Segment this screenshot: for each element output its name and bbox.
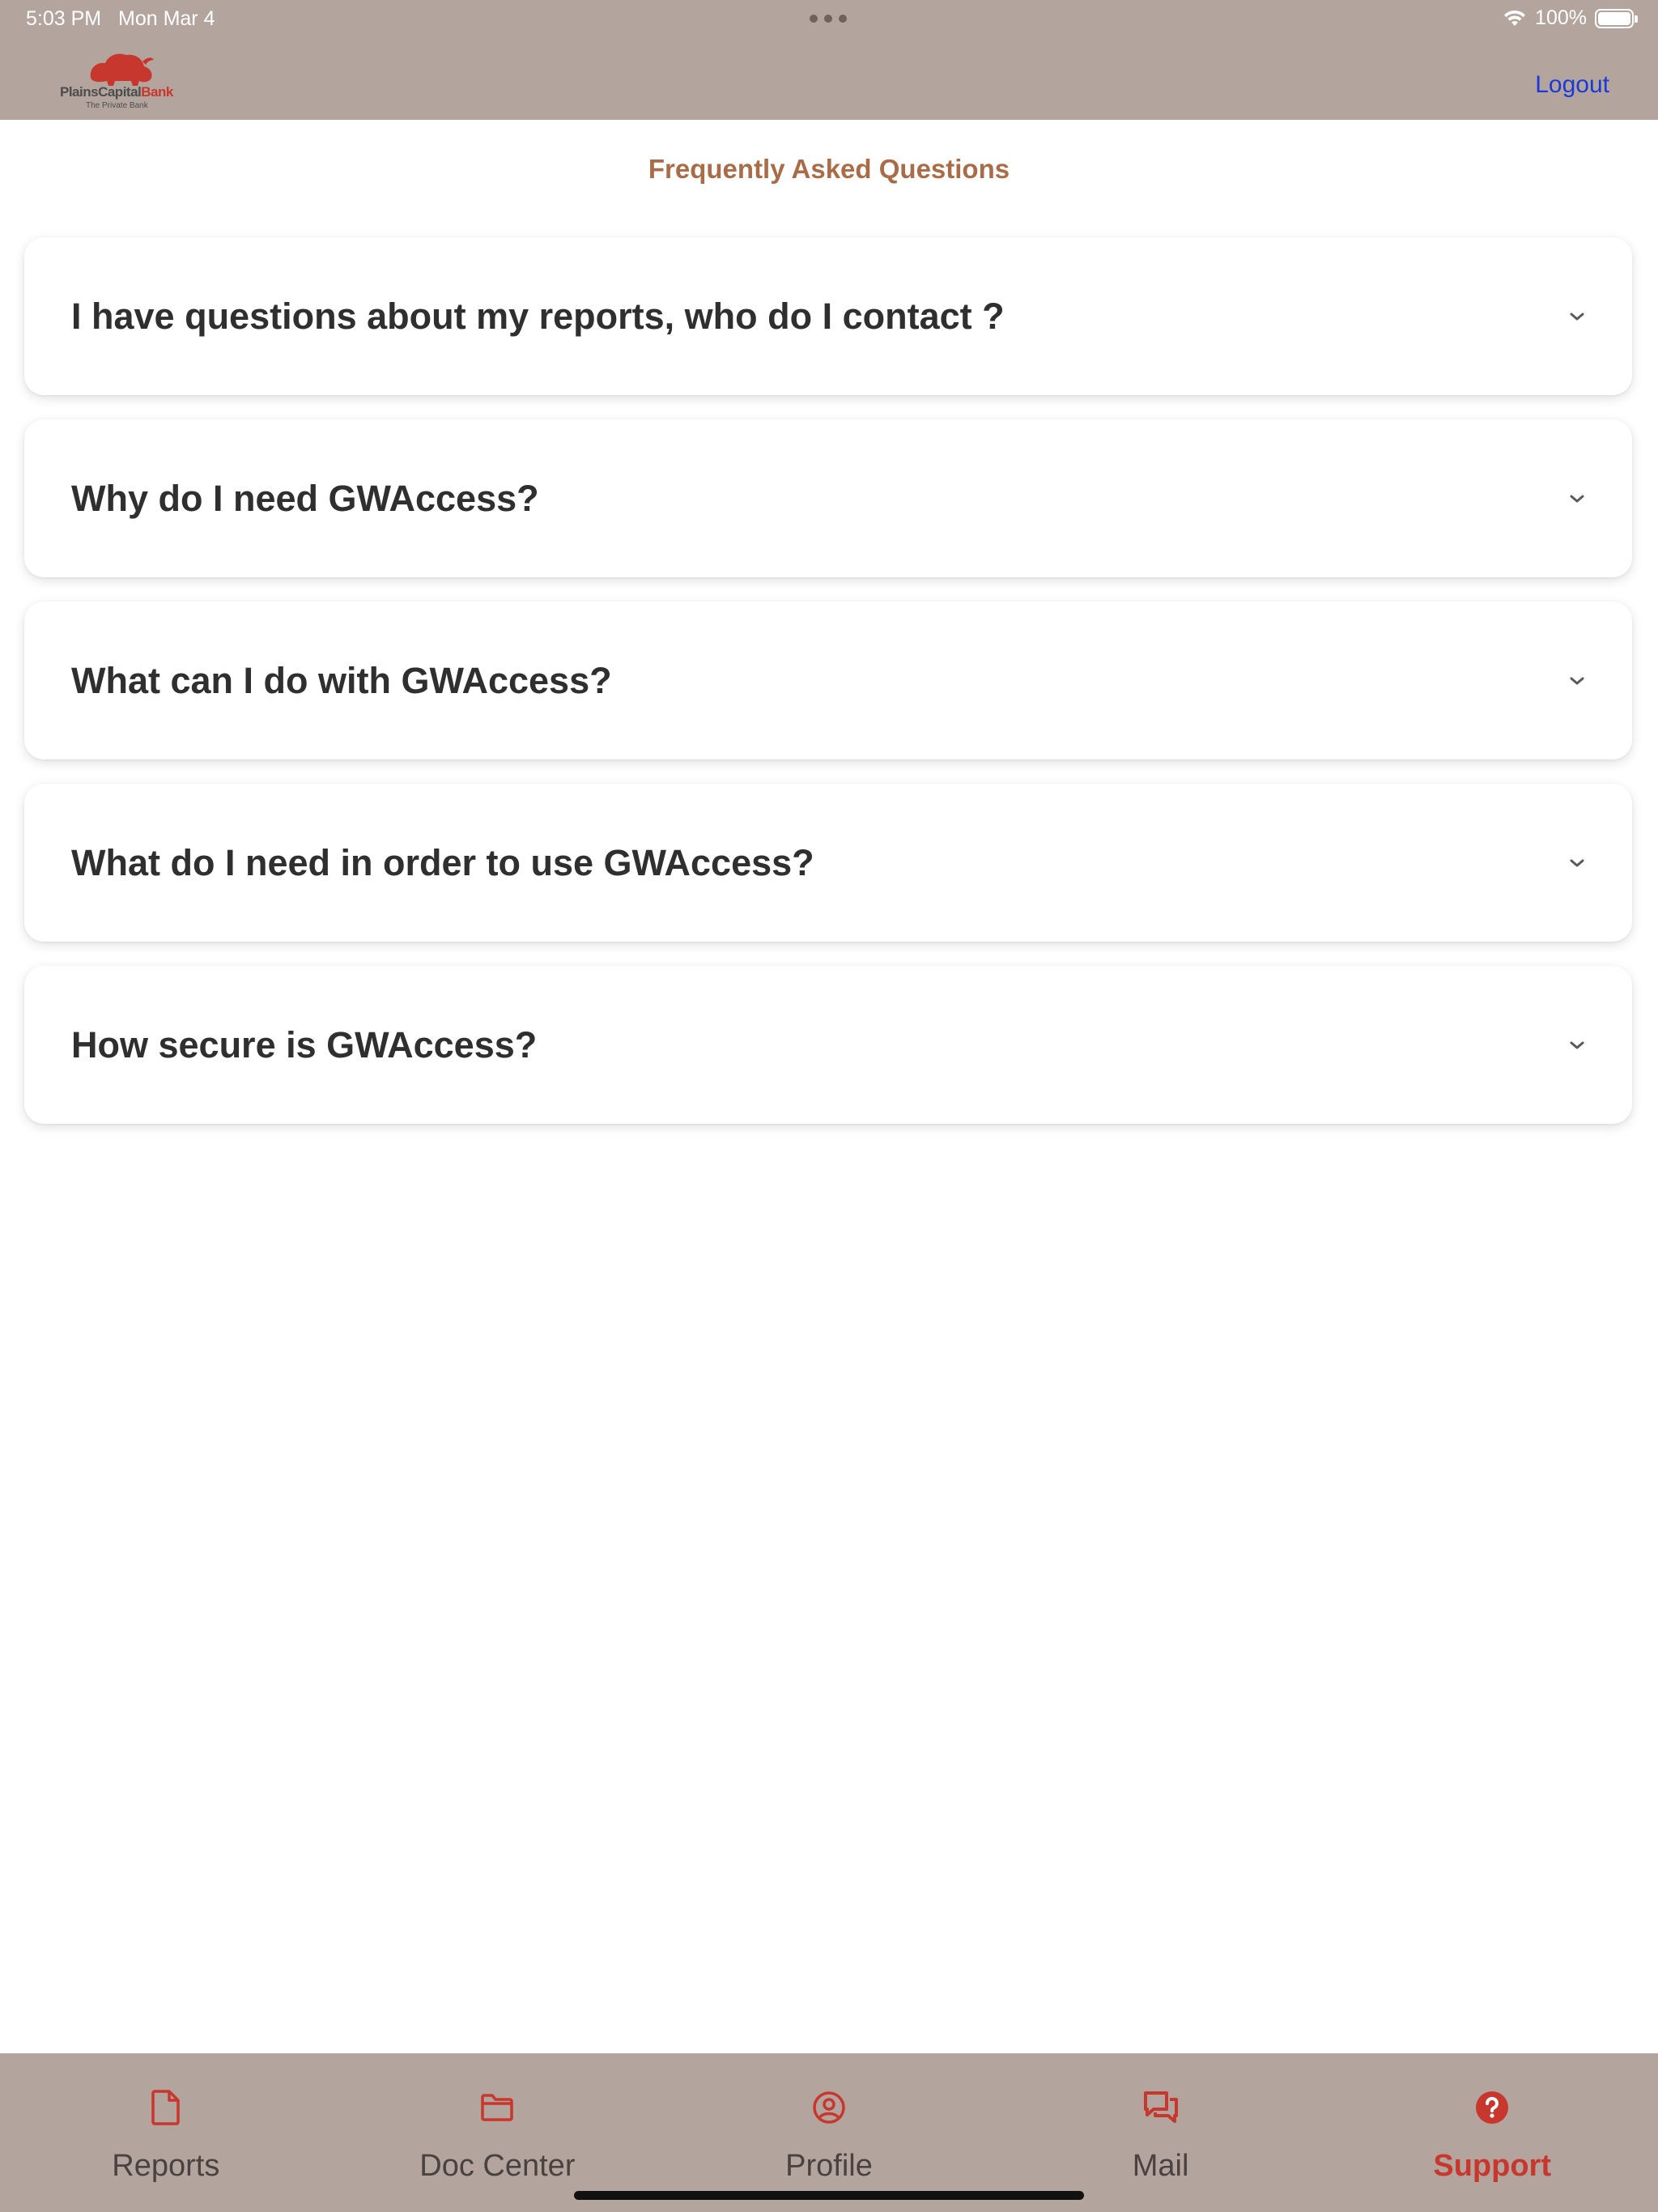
faq-question: What do I need in order to use GWAccess? <box>71 841 814 883</box>
tab-reports[interactable]: Reports <box>0 2053 332 2212</box>
tab-label: Mail <box>1132 2149 1189 2183</box>
user-circle-icon <box>810 2089 848 2126</box>
page-title: Frequently Asked Questions <box>648 154 1010 184</box>
tab-label: Doc Center <box>419 2149 576 2183</box>
chevron-down-icon[interactable] <box>1566 487 1588 510</box>
faq-question: Why do I need GWAccess? <box>71 477 539 519</box>
chevron-down-icon[interactable] <box>1566 1034 1588 1057</box>
tab-label: Profile <box>785 2149 873 2183</box>
faq-item[interactable]: What do I need in order to use GWAccess? <box>24 784 1632 942</box>
tab-label: Support <box>1433 2149 1551 2183</box>
app-header: 5:03 PM Mon Mar 4 100% PlainsCapitalBank… <box>0 0 1658 120</box>
wifi-icon <box>1504 10 1526 26</box>
status-bar: 5:03 PM Mon Mar 4 100% <box>0 0 1658 39</box>
tab-doc-center[interactable]: Doc Center <box>332 2053 664 2212</box>
chevron-down-icon[interactable] <box>1566 852 1588 874</box>
logo-subtitle: The Private Bank <box>86 101 148 110</box>
faq-item[interactable]: How secure is GWAccess? <box>24 966 1632 1124</box>
tab-support[interactable]: Support <box>1326 2053 1658 2212</box>
faq-question: What can I do with GWAccess? <box>71 659 612 701</box>
chat-bubbles-icon <box>1142 2089 1180 2126</box>
document-icon <box>147 2089 185 2126</box>
faq-question: I have questions about my reports, who d… <box>71 295 1005 337</box>
battery-icon <box>1595 8 1638 28</box>
status-date: Mon Mar 4 <box>118 7 215 30</box>
status-time: 5:03 PM <box>26 7 102 30</box>
folder-icon <box>478 2089 516 2126</box>
faq-question: How secure is GWAccess? <box>71 1023 538 1066</box>
chevron-down-icon[interactable] <box>1566 670 1588 692</box>
faq-item[interactable]: What can I do with GWAccess? <box>24 602 1632 759</box>
status-indicators: 100% <box>1503 6 1638 30</box>
question-circle-icon <box>1473 2089 1511 2126</box>
tab-profile[interactable]: Profile <box>663 2053 995 2212</box>
tab-mail[interactable]: Mail <box>995 2053 1327 2212</box>
bottom-tab-bar: Reports Doc Center Profile Mail Support <box>0 2053 1658 2212</box>
faq-item[interactable]: I have questions about my reports, who d… <box>24 237 1632 395</box>
logout-button[interactable]: Logout <box>1535 71 1609 99</box>
logo-wordmark: PlainsCapitalBank <box>60 84 173 100</box>
faq-list: I have questions about my reports, who d… <box>24 237 1632 1148</box>
chevron-down-icon[interactable] <box>1566 305 1588 328</box>
battery-percent: 100% <box>1535 6 1587 29</box>
home-indicator[interactable] <box>574 2191 1084 2200</box>
tab-label: Reports <box>112 2149 220 2183</box>
faq-item[interactable]: Why do I need GWAccess? <box>24 419 1632 577</box>
multitasking-dots-icon[interactable] <box>810 15 847 23</box>
